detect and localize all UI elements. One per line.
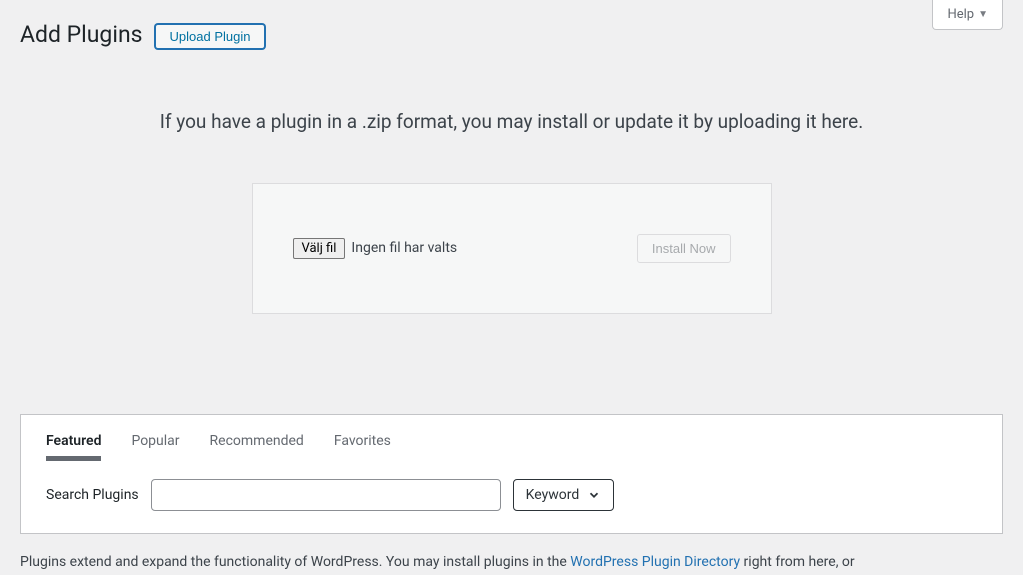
help-tab[interactable]: Help ▼ [932,0,1003,30]
tab-featured[interactable]: Featured [46,433,101,461]
tab-popular[interactable]: Popular [131,433,179,461]
chevron-down-icon: ▼ [978,9,988,20]
file-status: Ingen fil har valts [351,240,457,256]
install-now-button[interactable]: Install Now [637,234,731,263]
plugin-directory-link[interactable]: WordPress Plugin Directory [570,554,740,570]
upload-form: Välj fil Ingen fil har valts Install Now [252,183,772,314]
help-label: Help [947,7,974,22]
footer-text-2: right from here, or [740,554,855,570]
search-input[interactable] [151,479,501,511]
search-label: Search Plugins [46,487,139,503]
choose-file-button[interactable]: Välj fil [293,238,346,259]
upload-plugin-button[interactable]: Upload Plugin [155,24,266,49]
tab-favorites[interactable]: Favorites [334,433,391,461]
upload-instructions: If you have a plugin in a .zip format, y… [20,110,1003,133]
keyword-dropdown-label: Keyword [526,487,580,503]
tab-recommended[interactable]: Recommended [210,433,304,461]
chevron-down-icon [587,488,601,502]
footer-text-1: Plugins extend and expand the functional… [20,554,570,570]
page-title: Add Plugins [20,20,143,50]
keyword-dropdown[interactable]: Keyword [513,479,615,511]
footer-text: Plugins extend and expand the functional… [0,534,1023,573]
